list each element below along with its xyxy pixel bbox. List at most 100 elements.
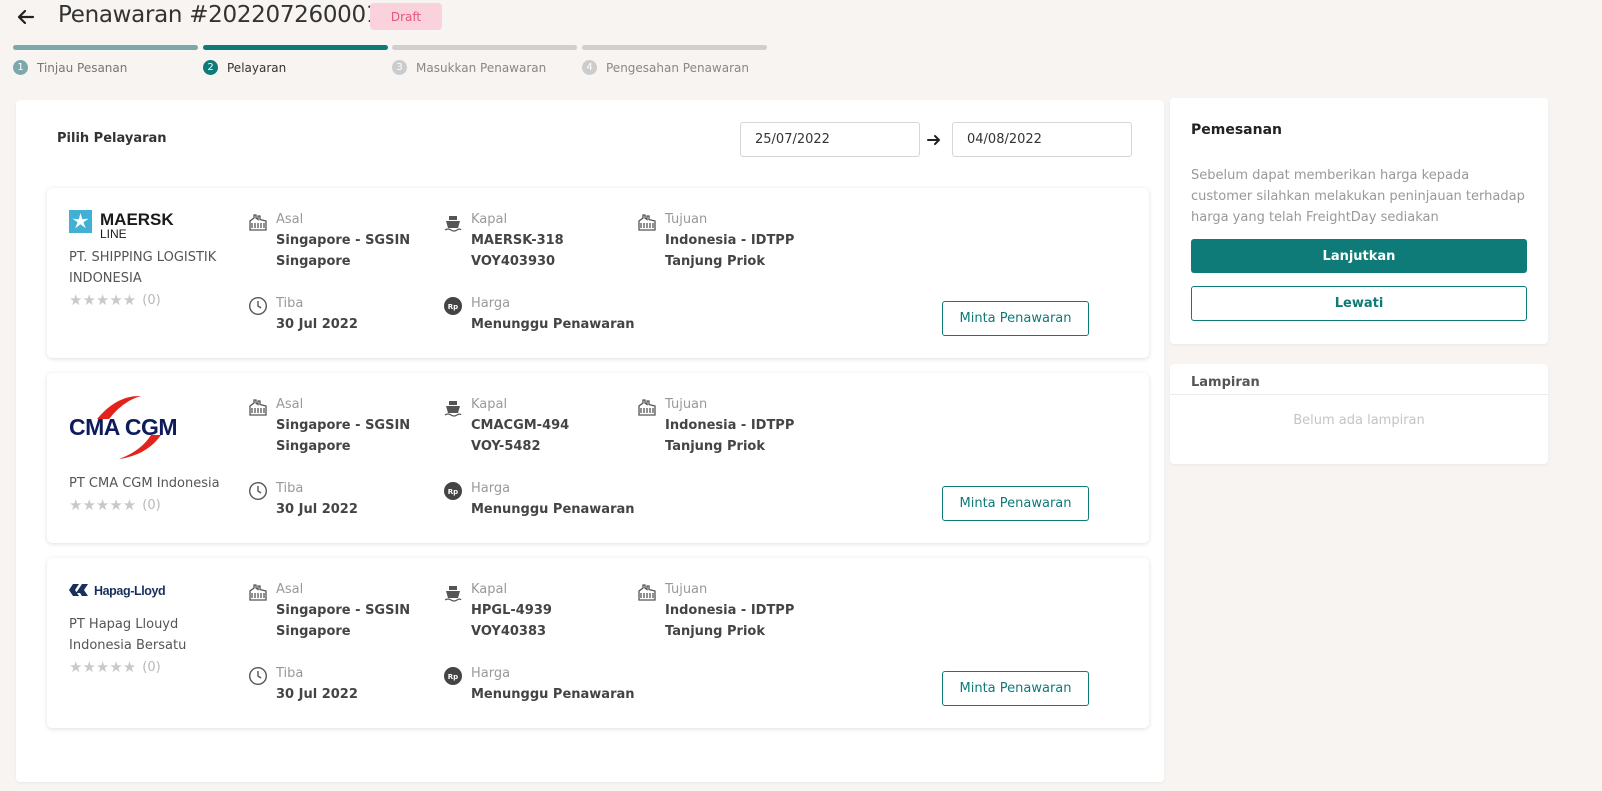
- divider: [1170, 394, 1548, 395]
- price-status: Menunggu Penawaran: [471, 502, 635, 517]
- star-icon: ★★★★★: [69, 658, 137, 676]
- svg-text:CMA CGM: CMA CGM: [69, 414, 177, 440]
- step-enter-offer: 3 Masukkan Penawaran: [392, 45, 577, 75]
- voyage-number: VOY403930: [471, 254, 556, 269]
- destination-city: Tanjung Priok: [665, 439, 765, 454]
- vessel-label: Kapal: [471, 582, 508, 597]
- arrival-label: Tiba: [276, 296, 304, 311]
- booking-description: Sebelum dapat memberikan harga kepada cu…: [1191, 168, 1525, 225]
- clock-icon: [248, 666, 268, 686]
- booking-panel: Pemesanan Sebelum dapat memberikan harga…: [1170, 98, 1548, 344]
- origin-label: Asal: [276, 582, 304, 597]
- destination-port: Indonesia - IDTPP: [665, 418, 795, 433]
- vessel-name: CMACGM-494: [471, 418, 570, 433]
- step-label: Masukkan Penawaran: [416, 60, 547, 75]
- step-bar: [13, 45, 198, 50]
- attachments-empty-state: Belum ada lampiran: [1293, 413, 1425, 428]
- destination-label: Tujuan: [665, 397, 708, 412]
- step-label: Tinjau Pesanan: [37, 60, 128, 75]
- back-arrow-icon[interactable]: [14, 6, 36, 28]
- port-icon: [638, 399, 656, 416]
- port-icon: [638, 584, 656, 601]
- svg-text:Rp: Rp: [448, 673, 458, 681]
- origin-label: Asal: [276, 397, 304, 412]
- choose-voyage-label: Pilih Pelayaran: [57, 131, 167, 146]
- destination-port: Indonesia - IDTPP: [665, 233, 795, 248]
- voyage-card: CMA CGM PT CMA CGM Indonesia ★★★★★ (0) As…: [47, 373, 1149, 543]
- clock-icon: [248, 296, 268, 316]
- ship-icon: [444, 401, 462, 417]
- step-review-order: 1 Tinjau Pesanan: [13, 45, 198, 75]
- rating-count: (0): [142, 497, 161, 513]
- hapag-lloyd-logo: Hapag-Lloyd: [69, 580, 219, 604]
- step-label: Pengesahan Penawaran: [606, 60, 749, 75]
- vessel-name: HPGL-4939: [471, 603, 552, 618]
- origin-city: Singapore: [276, 439, 351, 454]
- vessel-label: Kapal: [471, 212, 508, 227]
- continue-button[interactable]: Lanjutkan: [1191, 239, 1527, 273]
- rating: ★★★★★ (0): [69, 658, 161, 676]
- step-bar: [582, 45, 767, 50]
- origin-city: Singapore: [276, 254, 351, 269]
- arrival-label: Tiba: [276, 481, 304, 496]
- price-status: Menunggu Penawaran: [471, 317, 635, 332]
- clock-icon: [248, 481, 268, 501]
- rupiah-icon: Rp: [444, 667, 462, 685]
- rating-count: (0): [142, 292, 161, 308]
- company-name: PT Hapag Llouyd Indonesia Bersatu: [69, 617, 187, 653]
- price-label: Harga: [471, 481, 511, 496]
- step-offer-approval: 4 Pengesahan Penawaran: [582, 45, 767, 75]
- port-icon: [249, 584, 267, 601]
- port-icon: [249, 399, 267, 416]
- destination-city: Tanjung Priok: [665, 624, 765, 639]
- request-offer-button[interactable]: Minta Penawaran: [942, 671, 1089, 706]
- cma-cgm-logo: CMA CGM: [69, 393, 219, 463]
- request-offer-button[interactable]: Minta Penawaran: [942, 486, 1089, 521]
- vessel-name: MAERSK-318: [471, 233, 564, 248]
- star-icon: ★★★★★: [69, 496, 137, 514]
- status-badge: Draft: [370, 3, 442, 30]
- skip-button[interactable]: Lewati: [1191, 286, 1527, 321]
- date-from-input[interactable]: [740, 122, 920, 157]
- page-header: Penawaran #20220726000173 Draft: [0, 0, 900, 40]
- step-number: 4: [582, 60, 597, 75]
- rating: ★★★★★ (0): [69, 496, 161, 514]
- origin-port: Singapore - SGSIN: [276, 603, 411, 618]
- step-voyage: 2 Pelayaran: [203, 45, 388, 75]
- star-icon: ★★★★★: [69, 291, 137, 309]
- origin-port: Singapore - SGSIN: [276, 233, 411, 248]
- voyage-panel: Pilih Pelayaran MAERSK LINE PT. SHIPPING…: [16, 100, 1164, 782]
- destination-port: Indonesia - IDTPP: [665, 603, 795, 618]
- svg-text:Rp: Rp: [448, 303, 458, 311]
- step-bar: [392, 45, 577, 50]
- svg-text:LINE: LINE: [100, 227, 127, 241]
- step-bar: [203, 45, 388, 50]
- attachments-title: Lampiran: [1191, 375, 1260, 390]
- arrival-date: 30 Jul 2022: [276, 687, 358, 702]
- arrival-date: 30 Jul 2022: [276, 502, 358, 517]
- voyage-number: VOY40383: [471, 624, 547, 639]
- step-number: 3: [392, 60, 407, 75]
- ship-icon: [444, 586, 462, 602]
- port-icon: [249, 214, 267, 231]
- step-number: 2: [203, 60, 218, 75]
- date-to-input[interactable]: [952, 122, 1132, 157]
- page-title: Penawaran #20220726000173: [58, 2, 409, 28]
- arrow-right-icon: [927, 135, 940, 145]
- ship-icon: [444, 216, 462, 232]
- arrival-date: 30 Jul 2022: [276, 317, 358, 332]
- vessel-label: Kapal: [471, 397, 508, 412]
- voyage-card: MAERSK LINE PT. SHIPPING LOGISTIK INDONE…: [47, 188, 1149, 358]
- destination-label: Tujuan: [665, 212, 708, 227]
- origin-city: Singapore: [276, 624, 351, 639]
- origin-label: Asal: [276, 212, 304, 227]
- step-label: Pelayaran: [227, 60, 287, 75]
- voyage-card: Hapag-Lloyd PT Hapag Llouyd Indonesia Be…: [47, 558, 1149, 728]
- request-offer-button[interactable]: Minta Penawaran: [942, 301, 1089, 336]
- arrival-label: Tiba: [276, 666, 304, 681]
- svg-text:Hapag-Lloyd: Hapag-Lloyd: [94, 584, 165, 598]
- company-name: PT. SHIPPING LOGISTIK INDONESIA: [69, 250, 217, 286]
- progress-stepper: 1 Tinjau Pesanan 2 Pelayaran 3 Masukkan Pen…: [13, 45, 793, 81]
- price-label: Harga: [471, 666, 511, 681]
- rating-count: (0): [142, 659, 161, 675]
